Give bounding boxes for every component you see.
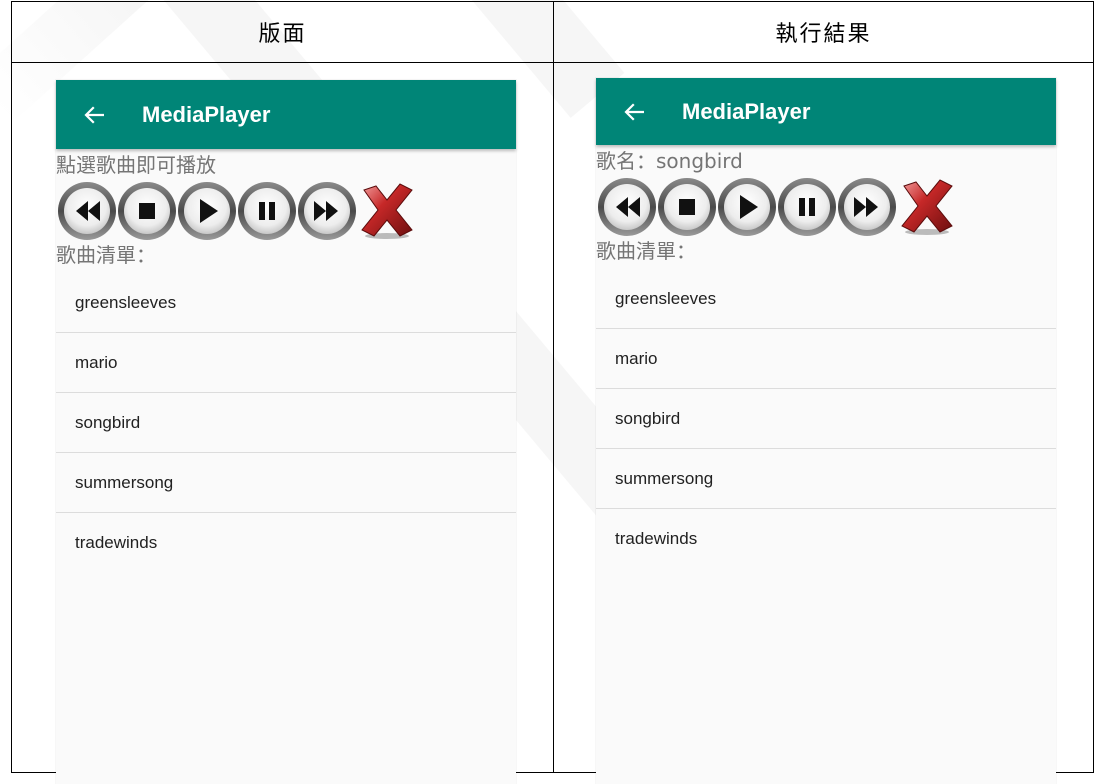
result-phone-screen: MediaPlayer 歌名：songbird 歌曲清單： greensleev… xyxy=(596,78,1056,784)
layout-header: 版面 xyxy=(11,1,554,63)
song-list: greensleeves mario songbird summersong t… xyxy=(596,269,1056,568)
fast-forward-icon[interactable] xyxy=(296,180,358,242)
back-arrow-icon[interactable] xyxy=(614,92,654,132)
player-controls xyxy=(56,179,516,243)
pause-icon[interactable] xyxy=(236,180,298,242)
result-header: 執行結果 xyxy=(553,1,1094,63)
stop-icon[interactable] xyxy=(116,180,178,242)
list-item[interactable]: summersong xyxy=(56,453,516,513)
back-arrow-icon[interactable] xyxy=(74,95,114,135)
play-icon[interactable] xyxy=(176,180,238,242)
app-bar: MediaPlayer xyxy=(56,80,516,149)
fast-forward-icon[interactable] xyxy=(836,176,898,238)
list-item[interactable]: mario xyxy=(56,333,516,393)
close-icon[interactable] xyxy=(896,176,958,238)
list-item[interactable]: tradewinds xyxy=(56,513,516,572)
player-controls xyxy=(596,175,1056,239)
now-playing-text: 歌名：songbird xyxy=(596,149,743,173)
play-icon[interactable] xyxy=(716,176,778,238)
song-list-title: 歌曲清單： xyxy=(596,239,696,263)
comparison-table: 版面 執行結果 MediaPlayer 點選歌曲即可播放 歌曲清單： green… xyxy=(11,1,1094,784)
rewind-icon[interactable] xyxy=(596,176,658,238)
list-item[interactable]: mario xyxy=(596,329,1056,389)
app-title: MediaPlayer xyxy=(682,98,811,124)
list-item[interactable]: tradewinds xyxy=(596,509,1056,568)
rewind-icon[interactable] xyxy=(56,180,118,242)
app-bar: MediaPlayer xyxy=(596,78,1056,145)
list-item[interactable]: greensleeves xyxy=(56,273,516,333)
layout-cell: MediaPlayer 點選歌曲即可播放 歌曲清單： greensleeves … xyxy=(11,62,554,784)
status-text: 點選歌曲即可播放 xyxy=(56,153,216,177)
list-item[interactable]: songbird xyxy=(596,389,1056,449)
layout-phone-screen: MediaPlayer 點選歌曲即可播放 歌曲清單： greensleeves … xyxy=(56,80,516,784)
song-list: greensleeves mario songbird summersong t… xyxy=(56,273,516,572)
app-title: MediaPlayer xyxy=(142,101,271,127)
list-item[interactable]: greensleeves xyxy=(596,269,1056,329)
stop-icon[interactable] xyxy=(656,176,718,238)
song-list-title: 歌曲清單： xyxy=(56,243,156,267)
list-item[interactable]: songbird xyxy=(56,393,516,453)
result-cell: MediaPlayer 歌名：songbird 歌曲清單： greensleev… xyxy=(553,62,1094,784)
close-icon[interactable] xyxy=(356,180,418,242)
list-item[interactable]: summersong xyxy=(596,449,1056,509)
pause-icon[interactable] xyxy=(776,176,838,238)
